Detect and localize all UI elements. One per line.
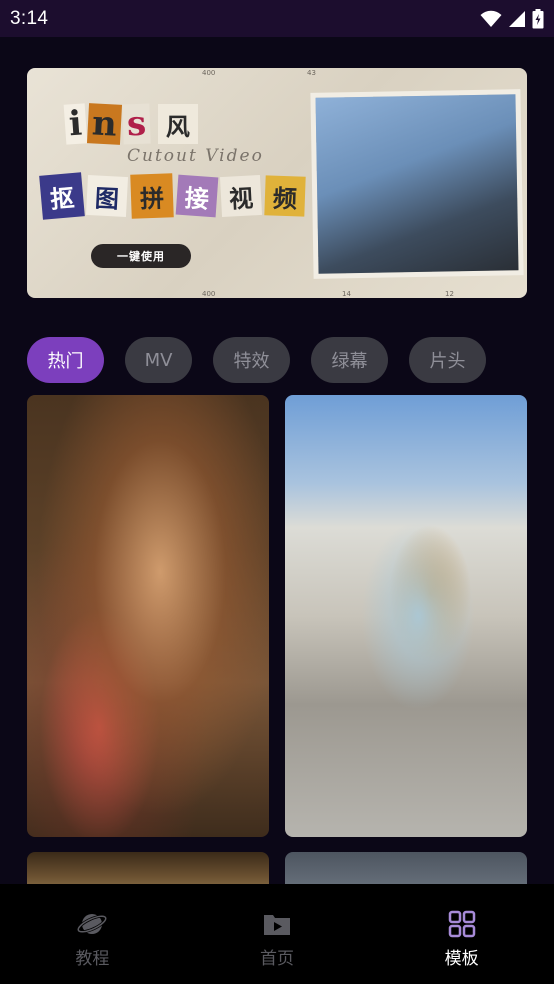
cutout-letter: 频 — [264, 175, 306, 217]
planet-icon — [76, 908, 108, 940]
grid-icon — [446, 908, 478, 940]
bottom-nav: 教程 首页 模板 — [0, 884, 554, 984]
tab-effects[interactable]: 特效 — [213, 337, 290, 383]
category-tabs: 热门 MV 特效 绿幕 片头 — [27, 337, 486, 383]
cutout-letter: s — [121, 103, 151, 145]
ruler-label: 43 — [307, 69, 316, 77]
nav-tutorial[interactable]: 教程 — [0, 884, 185, 984]
play-folder-icon — [261, 908, 293, 940]
use-template-button[interactable]: 一键使用 — [91, 244, 191, 268]
ruler-label: 400 — [202, 69, 216, 77]
banner-collage-photo — [315, 94, 519, 274]
status-time: 3:14 — [10, 7, 49, 29]
cutout-letter: 接 — [175, 174, 219, 218]
ruler-label: 12 — [445, 290, 454, 298]
wifi-icon — [480, 10, 502, 27]
tab-hot[interactable]: 热门 — [27, 337, 104, 383]
template-card-woman-lilies[interactable] — [27, 395, 269, 837]
tab-intro[interactable]: 片头 — [409, 337, 486, 383]
nav-home-label: 首页 — [260, 949, 294, 969]
cutout-letter: 风 — [157, 104, 198, 144]
tab-mv[interactable]: MV — [125, 337, 192, 383]
ruler-label: 14 — [342, 290, 351, 298]
banner-subtitle: Cutout Video — [127, 146, 264, 166]
cutout-letter: 拼 — [130, 173, 174, 219]
signal-icon — [509, 10, 525, 27]
battery-charging-icon — [532, 8, 544, 28]
nav-tutorial-label: 教程 — [75, 949, 110, 969]
nav-home[interactable]: 首页 — [185, 884, 370, 984]
cutout-letter: i — [63, 103, 88, 145]
banner-title-ins: i n s 风 — [63, 103, 198, 145]
cutout-letter: 视 — [219, 174, 263, 218]
status-bar: 3:14 — [0, 0, 554, 37]
banner-title-cn: 抠 图 拼 接 视 频 — [39, 172, 306, 220]
cutout-letter: n — [86, 103, 122, 145]
ruler-label: 400 — [202, 290, 216, 298]
cutout-letter: 抠 — [39, 172, 85, 220]
tab-green-screen[interactable]: 绿幕 — [311, 337, 388, 383]
cutout-letter: 图 — [85, 174, 129, 218]
cutout-video-banner[interactable]: 400 43 400 14 12 i n s 风 Cutout Video 抠 … — [27, 68, 527, 298]
template-card-ice-cream[interactable] — [285, 395, 527, 837]
nav-templates[interactable]: 模板 — [369, 884, 554, 984]
app-root: 3:14 400 43 400 14 12 i n s 风 Cutout Vid… — [0, 0, 554, 984]
status-icons — [480, 8, 544, 29]
nav-templates-label: 模板 — [444, 949, 479, 969]
